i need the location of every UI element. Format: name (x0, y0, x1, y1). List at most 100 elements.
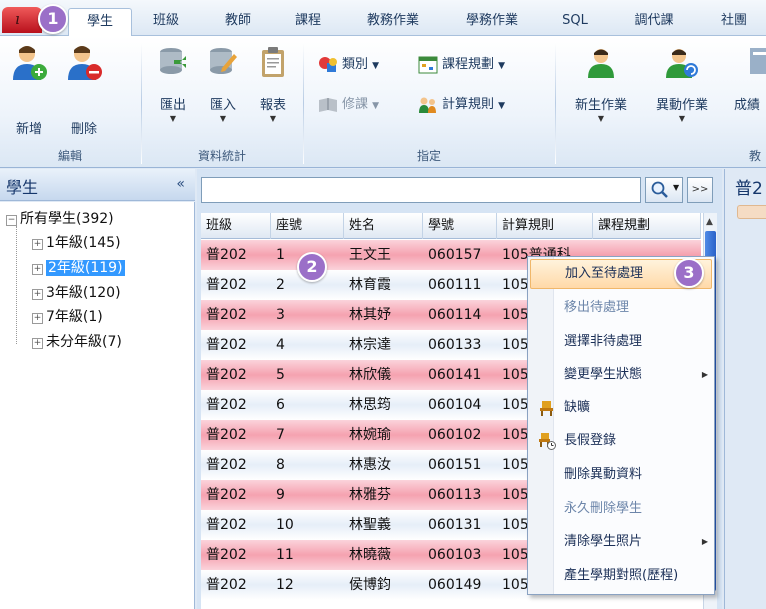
collapse-node-icon[interactable]: − (6, 215, 17, 226)
new-student-ops-button[interactable]: 新生作業 ▼ (566, 46, 636, 134)
chevron-down-icon: ▼ (673, 183, 680, 192)
tree-node-grade-1[interactable]: +1年級(145) (32, 232, 121, 254)
cell-name: 王文王 (349, 247, 391, 263)
database-import-icon (210, 48, 237, 74)
search-button[interactable]: ▼ (645, 177, 683, 203)
tab-teacher[interactable]: 教師 (212, 8, 264, 36)
tab-substitute[interactable]: 調代課 (624, 8, 684, 36)
category-button[interactable]: 類別 ▼ (318, 52, 379, 78)
group-label-assign: 指定 (416, 149, 441, 163)
database-export-icon (160, 48, 186, 74)
group-divider (555, 42, 556, 164)
cell-student-id: 060157 (428, 247, 482, 263)
application-menu-button[interactable]: ı (2, 7, 42, 33)
column-header-class[interactable]: 班級 (201, 213, 271, 239)
submenu-arrow-icon: ▶ (701, 370, 708, 379)
chevron-down-icon: ▼ (269, 114, 277, 123)
menu-item-change-status[interactable]: 變更學生狀態 ▶ (530, 360, 712, 390)
people-rule-icon (419, 97, 436, 113)
detail-tab[interactable] (737, 205, 766, 219)
course-plan-button[interactable]: 課程規劃 ▼ (418, 52, 505, 78)
elective-button[interactable]: 修課 ▼ (318, 92, 379, 118)
cell-name: 林欣儀 (349, 367, 391, 383)
chevron-down-icon: ▼ (372, 101, 380, 111)
cell-student-id: 060149 (428, 577, 482, 593)
expand-node-icon[interactable]: + (32, 264, 43, 275)
menu-item-remove-from-pending[interactable]: 移出待處理 (530, 293, 712, 323)
column-header-calc-rule[interactable]: 計算規則 (497, 213, 593, 239)
cell-class: 普202 (206, 517, 247, 533)
cell-class: 普202 (206, 397, 247, 413)
menu-item-delete-transfer[interactable]: 刪除異動資料 (530, 460, 712, 490)
cell-class: 普202 (206, 337, 247, 353)
tab-course[interactable]: 課程 (282, 8, 334, 36)
group-divider (303, 42, 304, 164)
group-divider (141, 42, 142, 164)
column-header-course-plan[interactable]: 課程規劃 (593, 213, 701, 239)
grades-button[interactable]: 成績 (728, 46, 766, 134)
remove-user-icon (68, 46, 102, 80)
tree-node-unassigned[interactable]: + 未分年級(7) (32, 331, 122, 353)
report-button[interactable]: 報表 ▼ (250, 46, 296, 134)
tab-student[interactable]: 學生 (68, 8, 132, 36)
student-icon (588, 49, 614, 78)
menu-item-permanent-delete[interactable]: 永久刪除學生 (530, 494, 712, 524)
tab-academic-affairs[interactable]: 教務作業 (353, 8, 433, 36)
context-menu: 加入至待處理 移出待處理 選擇非待處理 變更學生狀態 ▶ 缺曠 長假登錄 刪除異動… (527, 256, 715, 595)
add-label: 新增 (15, 122, 42, 137)
tab-club[interactable]: 社團 (708, 8, 760, 36)
tab-student-affairs[interactable]: 學務作業 (452, 8, 532, 36)
cell-seat: 4 (276, 337, 285, 353)
export-button[interactable]: 匯出 ▼ (150, 46, 196, 134)
cell-name: 林雅芬 (349, 487, 391, 503)
tree-node-grade-3[interactable]: +3年級(120) (32, 282, 121, 304)
cell-student-id: 060111 (428, 277, 482, 293)
import-button[interactable]: 匯入 ▼ (200, 46, 246, 134)
tree-node-all-students[interactable]: − 所有學生(392) (6, 208, 114, 230)
tree-node-grade-7[interactable]: +7年級(1) (32, 306, 103, 328)
calc-rule-button[interactable]: 計算規則 ▼ (418, 92, 505, 118)
tab-class[interactable]: 班級 (140, 8, 192, 36)
column-header-student-id[interactable]: 學號 (423, 213, 497, 239)
menu-item-semester-history[interactable]: 產生學期對照(歷程) (530, 561, 712, 591)
student-tree: − 所有學生(392) +1年級(145) +2年級(119) +3年級(120)… (0, 202, 195, 609)
cell-name: 林曉薇 (349, 547, 391, 563)
left-panel-header: 學生 « (0, 169, 195, 201)
expand-node-icon[interactable]: + (32, 239, 43, 250)
tab-sql[interactable]: SQL (552, 8, 598, 36)
column-header-name[interactable]: 姓名 (344, 213, 423, 239)
menu-item-long-leave[interactable]: 長假登錄 (530, 426, 712, 456)
calc-rule-label: 計算規則 (442, 97, 495, 112)
delete-label: 刪除 (70, 122, 97, 137)
cell-student-id: 060131 (428, 517, 482, 533)
delete-student-button[interactable]: 刪除 (58, 42, 110, 138)
cell-class: 普202 (206, 277, 247, 293)
next-results-button[interactable]: >> (687, 177, 713, 203)
chair-icon (540, 401, 553, 416)
chair-clock-icon (539, 433, 556, 450)
menu-item-select-non-pending[interactable]: 選擇非待處理 (530, 327, 712, 357)
cell-seat: 5 (276, 367, 285, 383)
cell-seat: 7 (276, 427, 285, 443)
menu-item-clear-photos[interactable]: 清除學生照片 ▶ (530, 527, 712, 557)
collapse-panel-button[interactable]: « (176, 176, 185, 192)
cell-name: 林其妤 (349, 307, 391, 323)
chevron-down-icon: ▼ (678, 114, 686, 123)
expand-node-icon[interactable]: + (32, 289, 43, 300)
cell-seat: 3 (276, 307, 285, 323)
transfer-ops-button[interactable]: 異動作業 ▼ (644, 46, 720, 134)
add-student-button[interactable]: 新增 (8, 42, 50, 138)
cell-student-id: 060151 (428, 457, 482, 473)
grid-header: 班級 座號 姓名 學號 計算規則 課程規劃 (201, 213, 701, 239)
search-input[interactable] (201, 177, 641, 203)
cell-name: 林婉瑜 (349, 427, 391, 443)
column-header-seat[interactable]: 座號 (271, 213, 344, 239)
expand-node-icon[interactable]: + (32, 338, 43, 349)
scroll-up-icon[interactable]: ▲ (706, 217, 713, 227)
expand-node-icon[interactable]: + (32, 313, 43, 324)
cell-student-id: 060102 (428, 427, 482, 443)
tree-node-grade-2[interactable]: +2年級(119) (32, 257, 125, 279)
menu-item-absence[interactable]: 缺曠 (530, 393, 712, 423)
elective-label: 修課 (342, 97, 369, 112)
cell-seat: 12 (276, 577, 294, 593)
